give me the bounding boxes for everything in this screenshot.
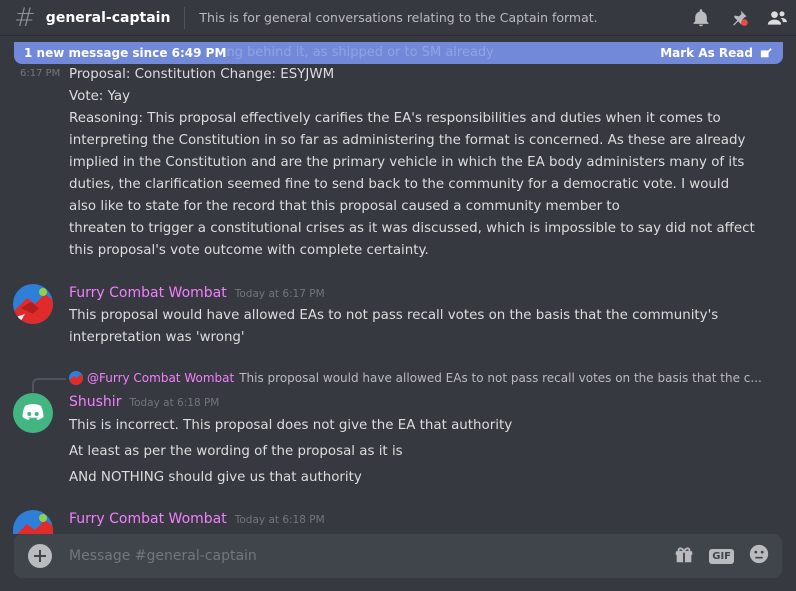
reply-reference[interactable]: @Furry Combat Wombat This proposal would… bbox=[69, 371, 762, 385]
new-messages-bar[interactable]: 1 new message since 6:49 PM ...ng behind… bbox=[14, 42, 783, 64]
message-timestamp: 6:17 PM bbox=[20, 68, 61, 79]
header-divider bbox=[184, 6, 186, 29]
message-line: This is incorrect. This proposal does no… bbox=[69, 418, 513, 433]
gif-button[interactable]: GIF bbox=[709, 548, 734, 564]
channel-header: # general-captain This is for general co… bbox=[0, 0, 796, 36]
author-name[interactable]: Furry Combat Wombat bbox=[69, 285, 227, 301]
message-content: Proposal: Constitution Change: ESYJWM Vo… bbox=[69, 64, 769, 262]
wombat-avatar-image bbox=[13, 510, 53, 534]
composer-toolbar: GIF bbox=[673, 534, 778, 578]
message-content: This proposal would have allowed EAs to … bbox=[69, 305, 769, 349]
mark-read-icon bbox=[760, 48, 772, 58]
message-content: This is incorrect. This proposal does no… bbox=[69, 413, 769, 491]
channel-hash-icon: # bbox=[14, 2, 36, 33]
header-toolbar bbox=[682, 0, 796, 36]
mark-as-read-label: Mark As Read bbox=[660, 46, 753, 60]
message-line: also like to state for the record that t… bbox=[69, 199, 620, 214]
member-list-button[interactable] bbox=[758, 0, 796, 36]
reply-preview[interactable]: This proposal would have allowed EAs to … bbox=[239, 371, 762, 385]
message-composer[interactable]: Message #general-captain GIF bbox=[14, 534, 782, 578]
mark-as-read-button[interactable]: Mark As Read bbox=[660, 46, 773, 60]
channel-topic[interactable]: This is for general conversations relati… bbox=[199, 10, 597, 25]
discord-logo-icon bbox=[22, 404, 44, 420]
notification-bell-button[interactable] bbox=[682, 0, 720, 36]
add-attachment-button[interactable] bbox=[28, 544, 52, 568]
members-icon bbox=[767, 11, 787, 25]
message-input[interactable]: Message #general-captain bbox=[69, 548, 257, 564]
user-avatar[interactable] bbox=[13, 510, 53, 534]
add-attachment-icon bbox=[34, 550, 46, 562]
message-line: threaten to trigger a constitutional cri… bbox=[69, 221, 755, 236]
message-line: ANd NOTHING should give us that authorit… bbox=[69, 470, 362, 485]
message-line: this proposal's vote outcome with comple… bbox=[69, 243, 429, 258]
new-messages-label[interactable]: 1 new message since 6:49 PM bbox=[24, 46, 226, 60]
gift-icon bbox=[675, 547, 693, 563]
message-line: Proposal: Constitution Change: ESYJWM bbox=[69, 67, 335, 82]
message-author[interactable]: Furry Combat Wombat Today at 6:17 PM bbox=[69, 285, 325, 301]
pinned-messages-button[interactable] bbox=[720, 0, 758, 36]
reply-avatar bbox=[69, 371, 83, 385]
user-avatar[interactable] bbox=[13, 284, 53, 324]
emoji-icon bbox=[749, 544, 769, 564]
message-author[interactable]: Shushir Today at 6:18 PM bbox=[69, 394, 219, 410]
message-line: duties, the clarification seemed fine to… bbox=[69, 177, 730, 192]
message-line: Reasoning: This proposal effectively car… bbox=[69, 111, 721, 126]
wombat-avatar-image bbox=[69, 371, 83, 385]
message-line: interpreting the Constitution in so far … bbox=[69, 133, 746, 148]
message-line: implied in the Constitution and are the … bbox=[69, 155, 745, 170]
message-author[interactable]: Furry Combat Wombat Today at 6:18 PM bbox=[69, 511, 325, 527]
pin-icon bbox=[733, 10, 748, 26]
emoji-button[interactable] bbox=[748, 543, 770, 569]
message-line: At least as per the wording of the propo… bbox=[69, 444, 403, 459]
bell-icon bbox=[693, 9, 709, 27]
channel-name[interactable]: general-captain bbox=[46, 10, 171, 26]
message-timestamp: Today at 6:18 PM bbox=[129, 397, 220, 409]
reply-author[interactable]: @Furry Combat Wombat bbox=[87, 371, 234, 385]
message-line: Vote: Yay bbox=[69, 89, 131, 104]
message-timestamp: Today at 6:18 PM bbox=[234, 514, 325, 526]
user-avatar[interactable] bbox=[13, 393, 53, 433]
message-timestamp: Today at 6:17 PM bbox=[234, 288, 325, 300]
message-line: interpretation was 'wrong' bbox=[69, 330, 245, 345]
author-name[interactable]: Shushir bbox=[69, 394, 121, 410]
partially-hidden-message-text: ...ng behind it, as shipped or to SM alr… bbox=[214, 45, 494, 60]
reply-connector bbox=[32, 378, 66, 392]
author-name[interactable]: Furry Combat Wombat bbox=[69, 511, 227, 527]
message-line: This proposal would have allowed EAs to … bbox=[69, 308, 719, 323]
wombat-avatar-image bbox=[13, 284, 53, 324]
gift-button[interactable] bbox=[673, 543, 695, 569]
